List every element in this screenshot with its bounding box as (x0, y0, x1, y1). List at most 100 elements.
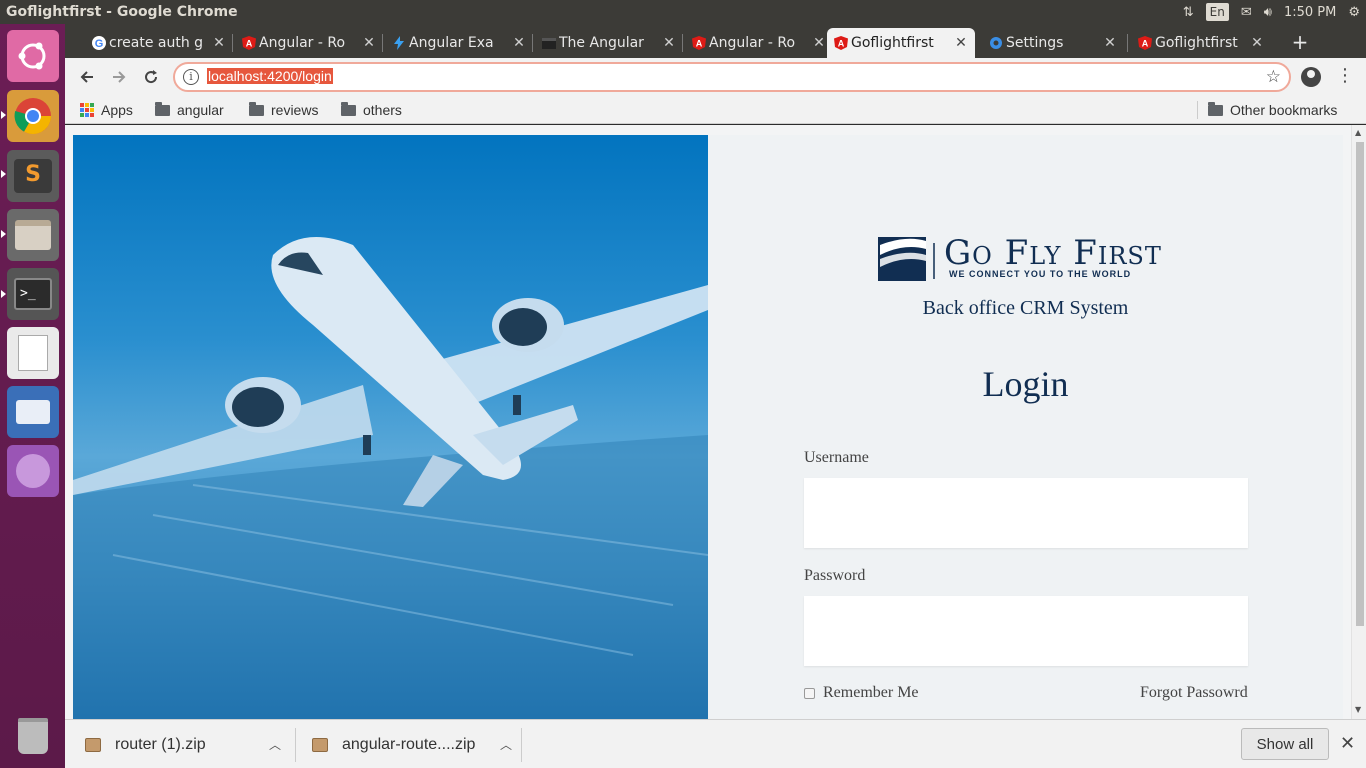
bookmark-label: Other bookmarks (1230, 102, 1338, 118)
close-icon[interactable]: ✕ (1102, 35, 1118, 51)
brand-name: Go Fly First (944, 233, 1162, 273)
keyboard-layout-indicator[interactable]: En (1205, 3, 1229, 21)
tab[interactable]: A Goflightfirst ✕ (1131, 28, 1271, 58)
password-label: Password (804, 567, 866, 584)
tab-label: Goflightfirst (851, 35, 934, 51)
tab[interactable]: G create auth g ✕ (85, 28, 233, 58)
star-icon[interactable]: ☆ (1266, 67, 1281, 87)
toolbar: i localhost:4200/login ☆ ⋮ (65, 58, 1366, 96)
forward-icon[interactable] (105, 64, 133, 90)
folder-icon (1208, 101, 1223, 116)
network-updown-icon[interactable]: ⇅ (1177, 0, 1200, 24)
launcher: S >_ (0, 24, 65, 768)
close-icon[interactable]: ✕ (211, 35, 227, 51)
bookmark-folder-other[interactable]: Other bookmarks (1208, 100, 1337, 120)
folder-icon (249, 101, 264, 116)
close-icon[interactable]: ✕ (511, 35, 527, 51)
tab-active[interactable]: A Goflightfirst ✕ (827, 28, 975, 58)
tab-divider (532, 34, 533, 52)
bookmark-folder-others[interactable]: others (341, 100, 402, 120)
bookmarks-bar: Apps angular reviews others Other bookma… (65, 96, 1366, 124)
gear-icon[interactable]: ⚙ (1342, 0, 1366, 24)
bookmark-apps[interactable]: Apps (80, 100, 133, 120)
password-field[interactable] (804, 596, 1248, 666)
volume-icon[interactable]: 🔊︎ (1258, 0, 1278, 24)
tab[interactable]: The Angular ✕ (535, 28, 683, 58)
scroll-down-icon[interactable]: ▼ (1355, 705, 1361, 714)
swoosh-logo-icon (878, 237, 935, 281)
remember-me-checkbox[interactable] (804, 687, 815, 699)
chrome-icon[interactable] (7, 90, 59, 142)
archive-icon (312, 737, 328, 752)
terminal-icon[interactable]: >_ (7, 268, 59, 320)
close-icon[interactable]: ✕ (1249, 35, 1265, 51)
tab[interactable]: A Angular - Ro ✕ (685, 28, 833, 58)
address-bar[interactable]: i localhost:4200/login ☆ (173, 62, 1291, 92)
back-icon[interactable] (73, 64, 101, 90)
show-all-button[interactable]: Show all (1241, 728, 1329, 760)
trash-icon[interactable] (7, 710, 59, 762)
files-icon[interactable] (7, 209, 59, 261)
forgot-password-link[interactable]: Forgot Passowrd (1140, 684, 1248, 702)
clock[interactable]: 1:50 PM (1278, 0, 1342, 24)
text-editor-icon[interactable] (7, 327, 59, 379)
thunderbird-icon[interactable] (7, 386, 59, 438)
svg-text:A: A (1142, 39, 1149, 49)
info-icon[interactable]: i (183, 69, 199, 85)
tab-label: Goflightfirst (1155, 35, 1238, 51)
pidgin-icon[interactable] (7, 445, 59, 497)
apps-grid-icon (80, 103, 94, 117)
folder-icon (155, 101, 170, 116)
bookmark-folder-reviews[interactable]: reviews (249, 100, 318, 120)
url-text[interactable]: localhost:4200/login (207, 68, 333, 84)
bookmark-label: reviews (271, 102, 319, 118)
running-indicator (1, 230, 6, 238)
page-scrollbar[interactable]: ▲ ▼ (1351, 125, 1366, 719)
chevron-up-icon[interactable]: ︿ (269, 736, 281, 753)
ubuntu-dash-icon[interactable] (7, 30, 59, 82)
scroll-up-icon[interactable]: ▲ (1355, 128, 1361, 137)
close-icon[interactable]: ✕ (661, 35, 677, 51)
running-indicator (1, 170, 6, 178)
new-tab-button[interactable]: + (1287, 30, 1313, 56)
tab[interactable]: Settings ✕ (982, 28, 1124, 58)
tab-divider (232, 34, 233, 52)
running-indicator (1, 111, 6, 119)
scrollbar-thumb[interactable] (1356, 142, 1364, 626)
top-panel: Goflightfirst - Google Chrome ⇅ En ✉ 🔊︎ … (0, 0, 1366, 24)
reload-icon[interactable] (137, 64, 165, 90)
bookmark-label: Apps (101, 102, 133, 118)
close-icon[interactable]: ✕ (811, 35, 827, 51)
download-item[interactable]: angular-route....zip ︿ (312, 720, 512, 768)
hero-airplane-image (73, 135, 708, 719)
tab-label: create auth g (109, 35, 204, 51)
tab-label: The Angular (559, 35, 644, 51)
tab-label: Angular - Ro (259, 35, 346, 51)
angular-icon: A (692, 36, 706, 50)
bookmark-label: others (363, 102, 402, 118)
chevron-up-icon[interactable]: ︿ (500, 736, 512, 753)
brand-logo: Go Fly First WE CONNECT YOU TO THE WORLD (876, 233, 1186, 285)
sublime-text-icon[interactable]: S (7, 150, 59, 202)
close-icon[interactable]: ✕ (361, 35, 377, 51)
window-title: Goflightfirst - Google Chrome (6, 4, 238, 20)
svg-text:G: G (95, 38, 104, 50)
tab[interactable]: A Angular - Ro ✕ (235, 28, 383, 58)
tab[interactable]: Angular Exa ✕ (385, 28, 533, 58)
tab-divider (382, 34, 383, 52)
download-filename: angular-route....zip (342, 735, 476, 753)
kebab-menu-icon[interactable]: ⋮ (1335, 64, 1355, 90)
close-icon[interactable]: ✕ (1340, 733, 1355, 754)
archive-icon (85, 737, 101, 752)
remember-me[interactable]: Remember Me (804, 684, 919, 702)
profile-avatar-icon[interactable] (1301, 67, 1321, 87)
bookmark-folder-angular[interactable]: angular (155, 100, 224, 120)
svg-text:A: A (696, 39, 703, 49)
download-divider (521, 728, 522, 762)
download-item[interactable]: router (1).zip ︿ (85, 720, 281, 768)
svg-text:A: A (246, 39, 253, 49)
airplane-illustration (73, 135, 708, 719)
envelope-icon[interactable]: ✉ (1235, 0, 1258, 24)
close-icon[interactable]: ✕ (953, 35, 969, 51)
username-field[interactable] (804, 478, 1248, 548)
